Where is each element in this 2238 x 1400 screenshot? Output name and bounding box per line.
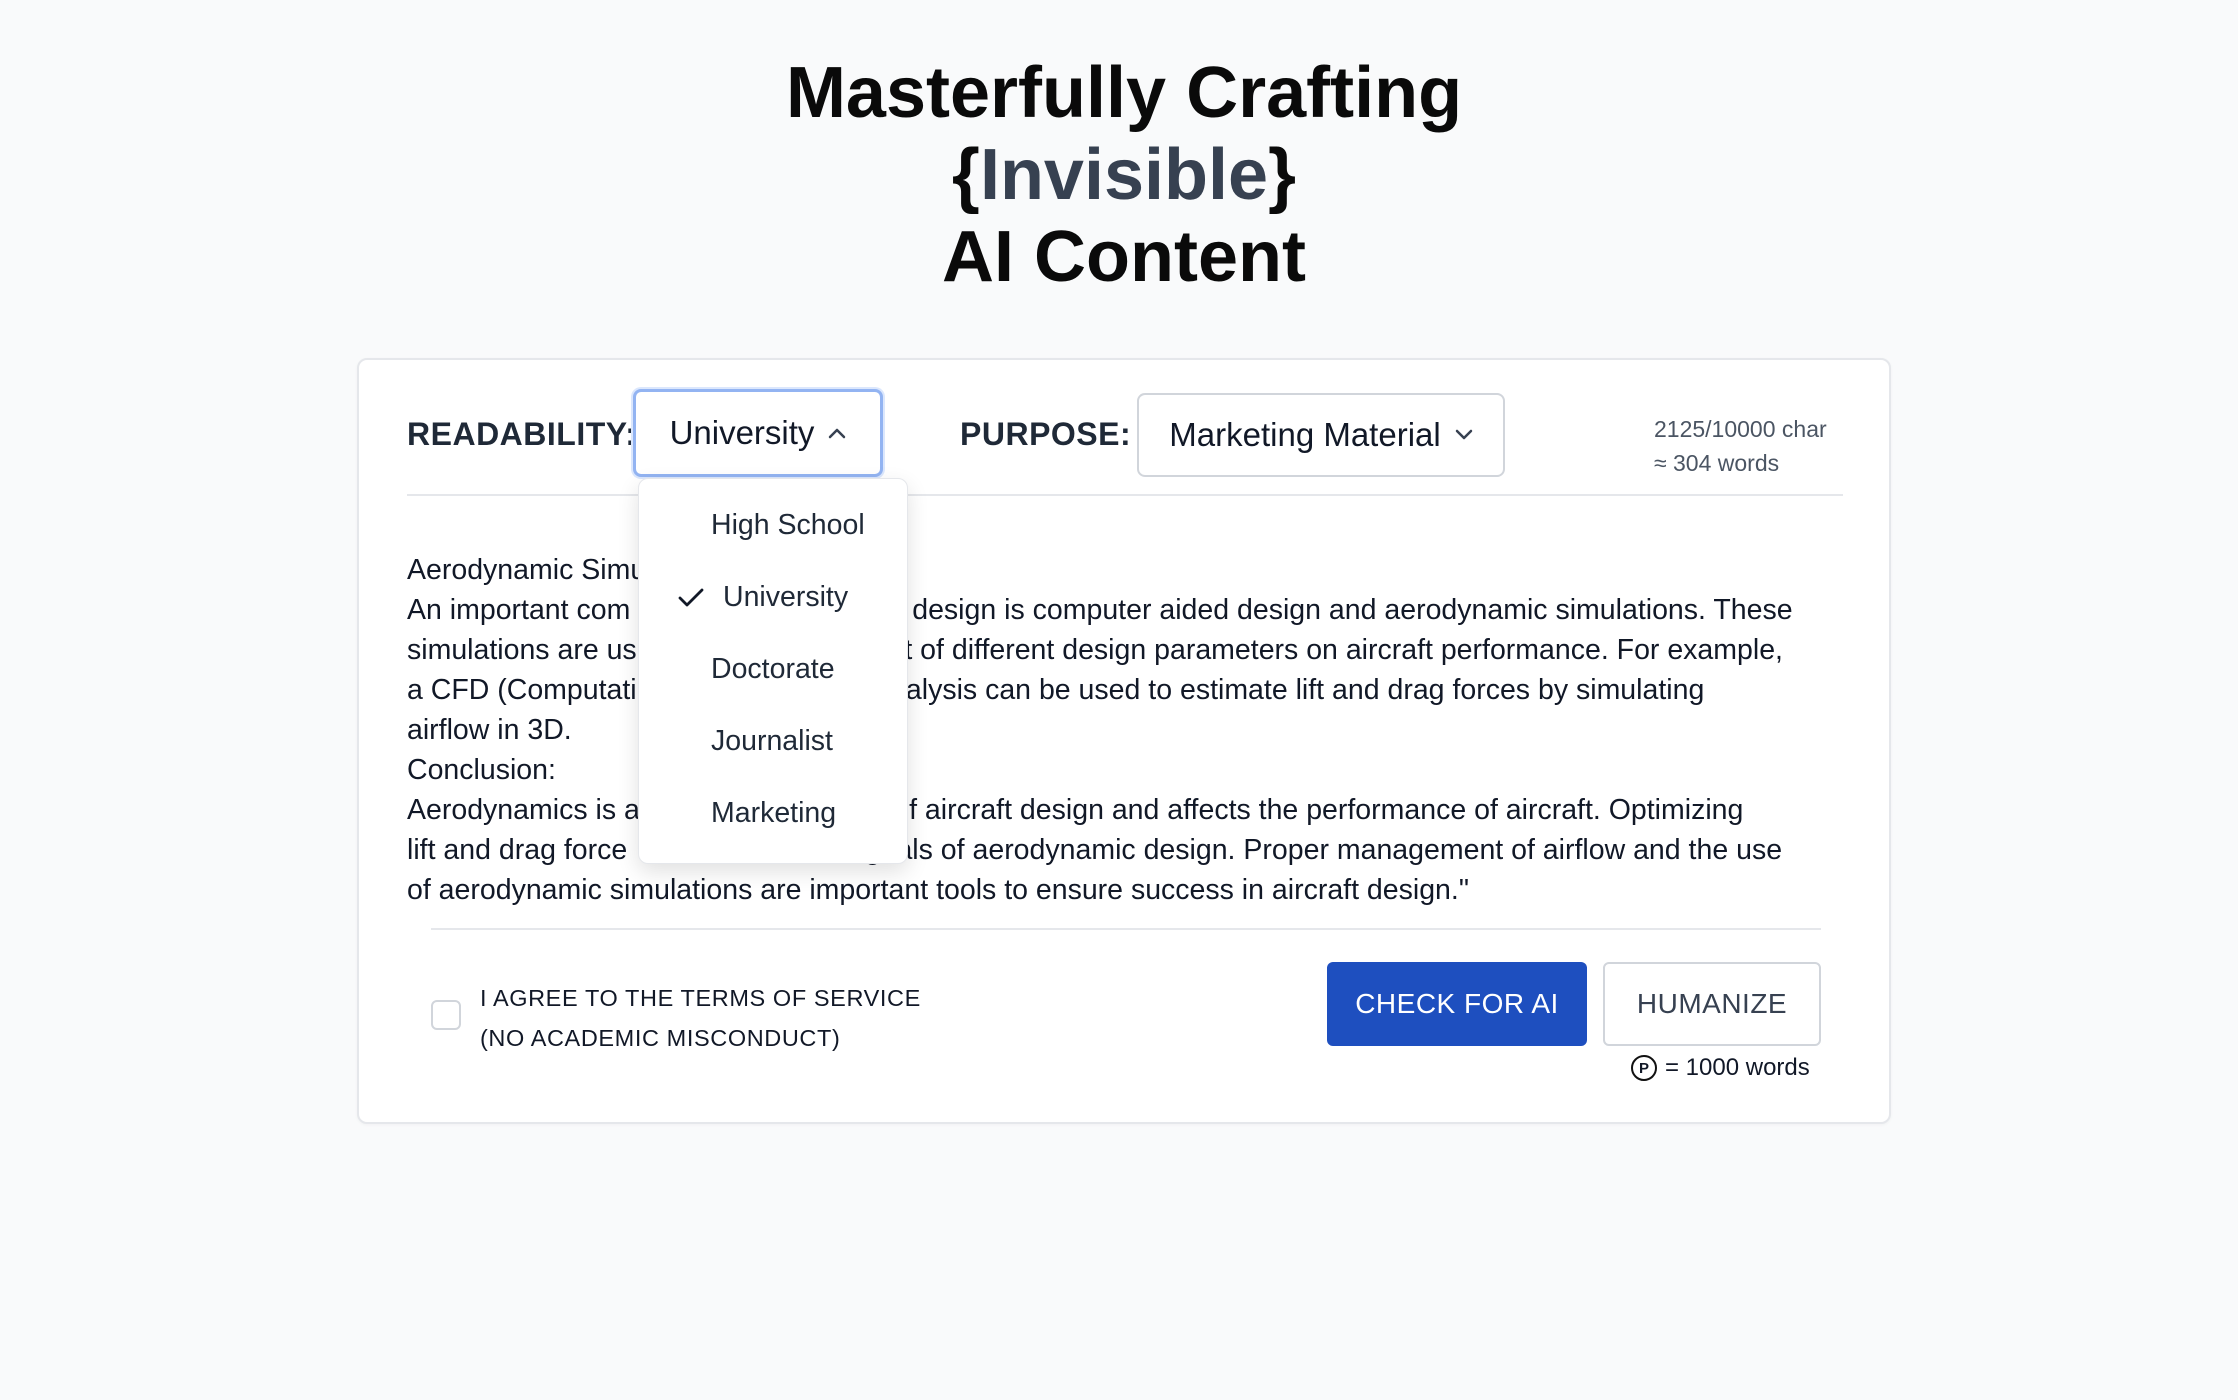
content-text-area[interactable]: Aerodynamic Simu An important com nic de… bbox=[407, 550, 1857, 910]
character-counter: 2125/10000 char ≈ 304 words bbox=[1654, 412, 1827, 480]
text-line: of aerodynamic simulations are important… bbox=[407, 874, 1469, 906]
header-divider bbox=[407, 494, 1843, 496]
hero-highlight-word: Invisible bbox=[979, 135, 1269, 215]
hero-line-3: AI Content bbox=[942, 217, 1306, 297]
purpose-select[interactable]: Marketing Material bbox=[1137, 393, 1505, 477]
text-line: a CFD (Computati analysis can be used to… bbox=[407, 674, 1705, 706]
readability-option-marketing[interactable]: Marketing bbox=[639, 785, 907, 845]
close-brace: } bbox=[1268, 135, 1297, 215]
option-label: Marketing bbox=[711, 797, 837, 829]
terms-line-1: I AGREE TO THE TERMS OF SERVICE bbox=[480, 985, 921, 1011]
readability-select[interactable]: University bbox=[633, 389, 883, 477]
readability-option-journalist[interactable]: Journalist bbox=[639, 713, 907, 773]
open-brace: { bbox=[951, 135, 980, 215]
readability-value: University bbox=[669, 414, 815, 451]
credit-info: P = 1000 words bbox=[1631, 1054, 1810, 1082]
readability-option-high-school[interactable]: High School bbox=[639, 497, 907, 557]
check-for-ai-button[interactable]: CHECK FOR AI bbox=[1327, 962, 1587, 1046]
option-label: Doctorate bbox=[711, 653, 835, 685]
text-line: Aerodynamic Simu bbox=[407, 554, 647, 586]
text-line: Conclusion: bbox=[407, 754, 556, 786]
option-label: University bbox=[723, 581, 849, 613]
footer-divider bbox=[431, 928, 1821, 930]
terms-label: I AGREE TO THE TERMS OF SERVICE (NO ACAD… bbox=[480, 978, 921, 1058]
terms-line-2: (NO ACADEMIC MISCONDUCT) bbox=[480, 1025, 841, 1051]
readability-option-university[interactable]: University bbox=[639, 569, 907, 629]
credit-coin-icon: P bbox=[1631, 1055, 1657, 1081]
text-line: Aerodynamics is a t of aircraft design a… bbox=[407, 794, 1744, 826]
terms-checkbox[interactable] bbox=[431, 1000, 461, 1030]
option-label: Journalist bbox=[711, 725, 833, 757]
credit-text: = 1000 words bbox=[1665, 1054, 1810, 1081]
checkmark-icon bbox=[678, 588, 704, 607]
word-count: ≈ 304 words bbox=[1654, 450, 1780, 476]
humanize-button[interactable]: HUMANIZE bbox=[1603, 962, 1821, 1046]
hero-line-2: {Invisible} bbox=[0, 134, 2238, 216]
char-count: 2125/10000 char bbox=[1654, 416, 1827, 442]
purpose-label: PURPOSE: bbox=[960, 416, 1132, 452]
readability-option-doctorate[interactable]: Doctorate bbox=[639, 641, 907, 701]
hero-heading: Masterfully Crafting {Invisible} AI Cont… bbox=[0, 52, 2238, 298]
chevron-up-icon bbox=[829, 428, 846, 439]
chevron-down-icon bbox=[1455, 429, 1472, 440]
text-line: airflow in 3D. bbox=[407, 714, 572, 746]
text-line: An important com nic design is computer … bbox=[407, 594, 1793, 626]
option-label: High School bbox=[711, 509, 865, 541]
text-line: simulations are us ect of different desi… bbox=[407, 634, 1783, 666]
editor-card: READABILITY: University PURPOSE: Marketi… bbox=[357, 358, 1891, 1124]
hero-line-1: Masterfully Crafting bbox=[785, 53, 1463, 133]
text-line: lift and drag force goals of aerodynamic… bbox=[407, 834, 1783, 866]
readability-dropdown-menu: High School University Doctorate Journal… bbox=[638, 478, 908, 864]
readability-label: READABILITY: bbox=[407, 416, 637, 452]
purpose-value: Marketing Material bbox=[1169, 416, 1441, 453]
